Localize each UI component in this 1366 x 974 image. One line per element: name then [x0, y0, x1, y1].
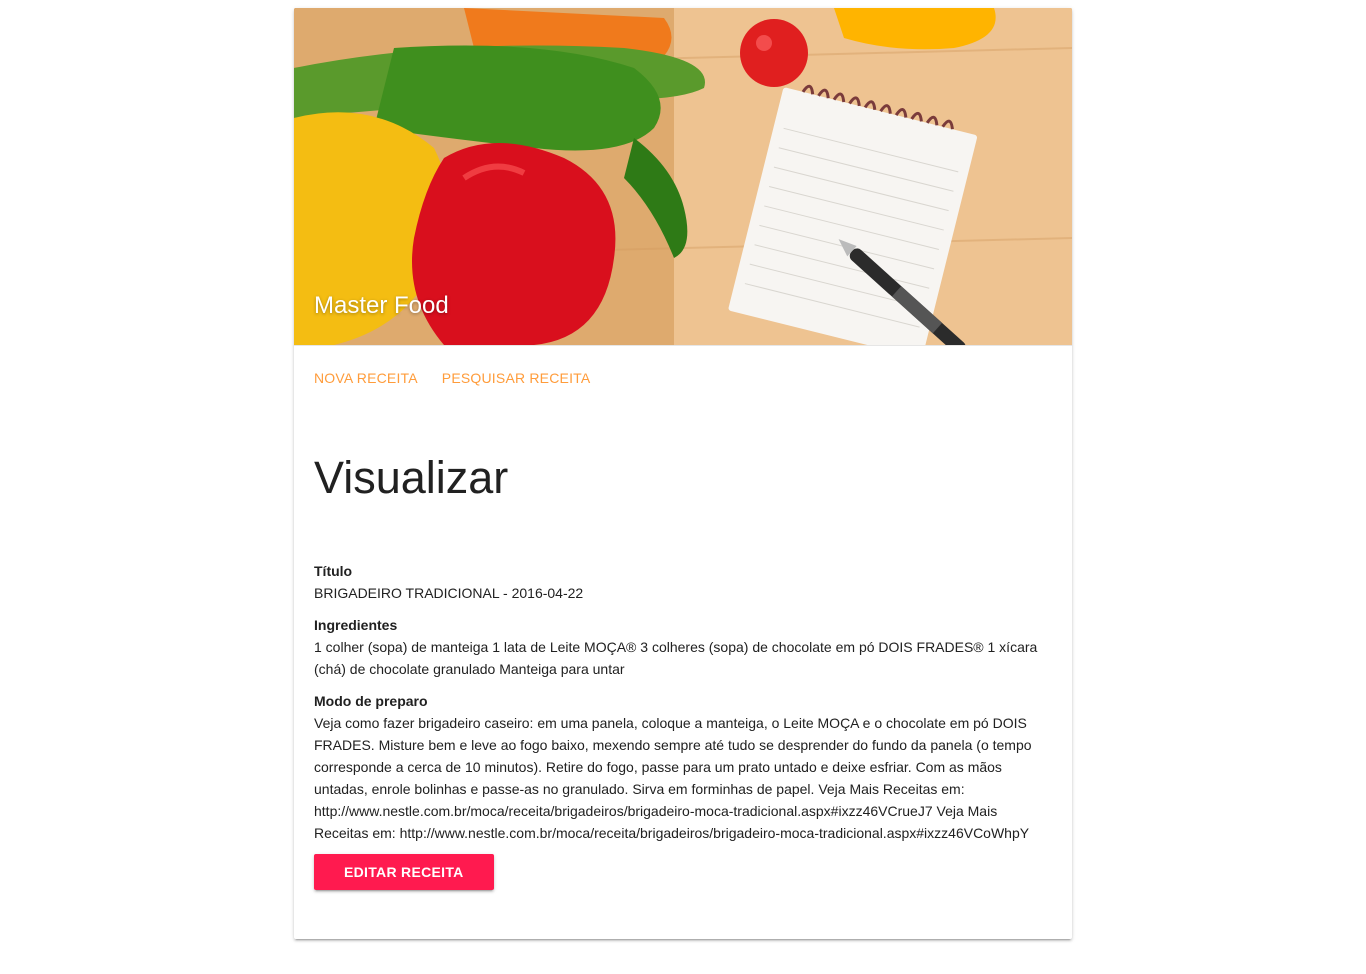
recipe-card: Master Food NOVA RECEITA PESQUISAR RECEI… — [294, 8, 1072, 939]
header-image: Master Food — [294, 8, 1072, 345]
page-title: Visualizar — [314, 452, 509, 503]
recipe-details: Título BRIGADEIRO TRADICIONAL - 2016-04-… — [314, 560, 1052, 844]
nav-new-recipe[interactable]: NOVA RECEITA — [314, 370, 418, 386]
field-label: Título — [314, 563, 353, 579]
app-title: Master Food — [314, 292, 449, 319]
field-value: Veja como fazer brigadeiro caseiro: em u… — [314, 715, 1032, 841]
field-ingredients: Ingredientes 1 colher (sopa) de manteiga… — [314, 614, 1052, 680]
field-value: BRIGADEIRO TRADICIONAL - 2016-04-22 — [314, 585, 584, 601]
field-value: 1 colher (sopa) de manteiga 1 lata de Le… — [314, 639, 1038, 677]
top-nav: NOVA RECEITA PESQUISAR RECEITA — [294, 345, 1072, 410]
field-label: Ingredientes — [314, 617, 398, 633]
field-preparation: Modo de preparo Veja como fazer brigadei… — [314, 690, 1052, 844]
nav-search-recipe[interactable]: PESQUISAR RECEITA — [442, 370, 591, 386]
main-content: Visualizar Título BRIGADEIRO TRADICIONAL… — [294, 450, 1072, 890]
field-title: Título BRIGADEIRO TRADICIONAL - 2016-04-… — [314, 560, 1052, 604]
edit-recipe-button[interactable]: EDITAR RECEITA — [314, 854, 494, 890]
field-label: Modo de preparo — [314, 693, 428, 709]
